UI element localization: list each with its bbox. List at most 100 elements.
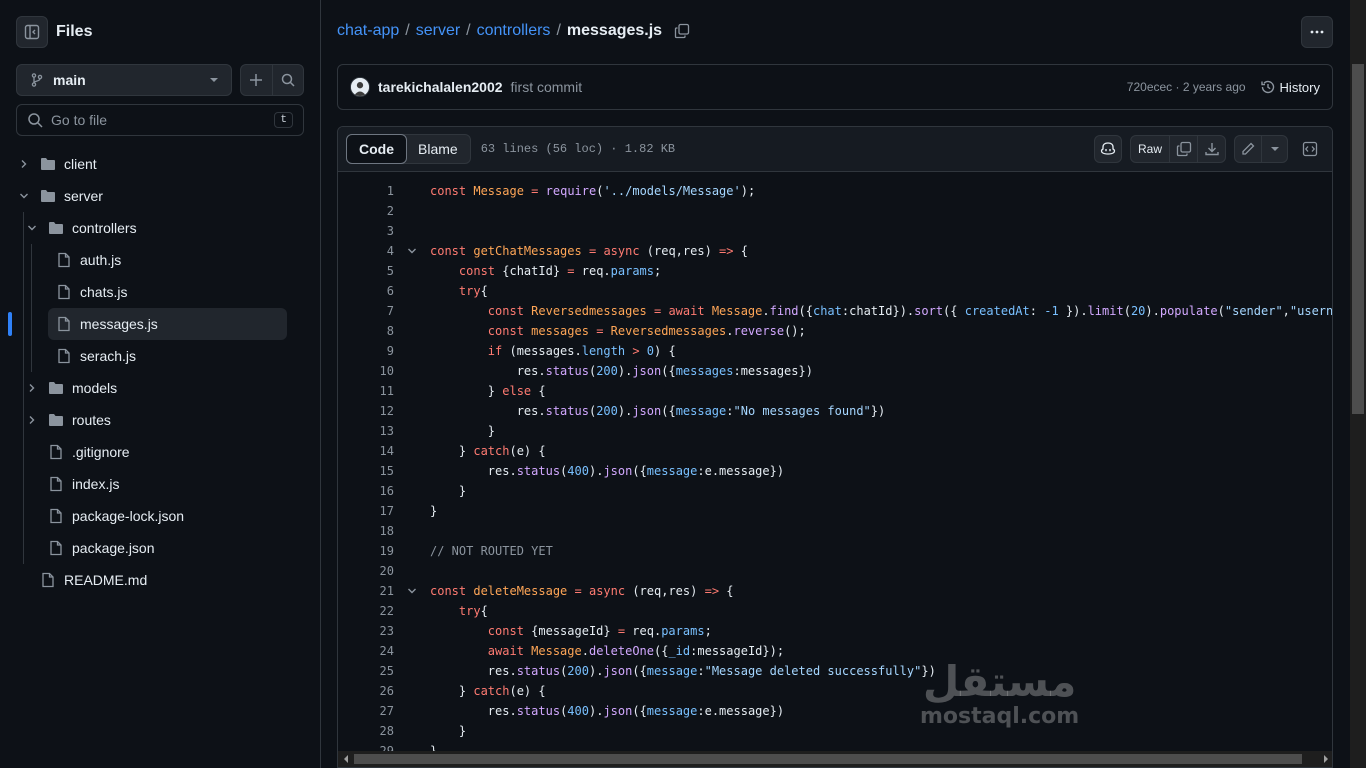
- tree-item-label: package-lock.json: [72, 508, 185, 524]
- commit-meta[interactable]: 720ecec · 2 years ago: [1127, 80, 1246, 94]
- tree-file-index-js[interactable]: index.js: [40, 468, 300, 500]
- code-line: 28 }: [338, 721, 467, 741]
- code-text: const getChatMessages = async (req,res) …: [430, 244, 748, 258]
- history-button[interactable]: History: [1260, 79, 1320, 95]
- raw-button[interactable]: Raw: [1130, 135, 1170, 163]
- breadcrumb-repo[interactable]: chat-app: [337, 22, 399, 40]
- branch-selector[interactable]: main: [16, 64, 232, 96]
- copy-raw-button[interactable]: [1170, 135, 1198, 163]
- download-button[interactable]: [1198, 135, 1226, 163]
- chevron-right-icon[interactable]: [24, 383, 40, 393]
- line-number[interactable]: 22: [338, 604, 394, 618]
- fold-chevron-icon[interactable]: [394, 246, 430, 256]
- chevron-right-icon[interactable]: [16, 159, 32, 169]
- line-number[interactable]: 11: [338, 384, 394, 398]
- file-content-box: Code Blame 63 lines (56 loc) · 1.82 KB R…: [337, 126, 1333, 768]
- selected-indicator: [8, 312, 12, 336]
- line-number[interactable]: 1: [338, 184, 394, 198]
- code-line: 4 const getChatMessages = async (req,res)…: [338, 241, 748, 261]
- copilot-button[interactable]: [1094, 135, 1122, 163]
- code-line: 19 // NOT ROUTED YET: [338, 541, 553, 561]
- line-number[interactable]: 16: [338, 484, 394, 498]
- tree-folder-controllers[interactable]: controllers: [24, 212, 300, 244]
- code-line: 18: [338, 521, 430, 541]
- shortcut-key: t: [274, 112, 293, 128]
- line-number[interactable]: 20: [338, 564, 394, 578]
- tree-folder-client[interactable]: client: [16, 148, 300, 180]
- caret-down-icon: [210, 78, 218, 82]
- scrollbar-thumb[interactable]: [1352, 64, 1364, 414]
- add-file-button[interactable]: [241, 65, 273, 95]
- tree-file-package-json[interactable]: package.json: [40, 532, 300, 564]
- edit-options-button[interactable]: [1262, 135, 1288, 163]
- chevron-right-icon[interactable]: [24, 415, 40, 425]
- line-number[interactable]: 13: [338, 424, 394, 438]
- file-header: Code Blame 63 lines (56 loc) · 1.82 KB R…: [338, 127, 1332, 172]
- line-number[interactable]: 10: [338, 364, 394, 378]
- fold-chevron-icon[interactable]: [394, 586, 430, 596]
- line-number[interactable]: 2: [338, 204, 394, 218]
- line-number[interactable]: 19: [338, 544, 394, 558]
- collapse-sidebar-button[interactable]: [16, 16, 48, 48]
- avatar[interactable]: [350, 77, 370, 97]
- horizontal-scrollbar[interactable]: [338, 751, 1333, 767]
- tree-file-readme-md[interactable]: README.md: [32, 564, 300, 596]
- line-number[interactable]: 17: [338, 504, 394, 518]
- edit-button[interactable]: [1234, 135, 1262, 163]
- go-to-file-input[interactable]: Go to file t: [16, 104, 304, 136]
- chevron-down-icon[interactable]: [16, 191, 32, 201]
- breadcrumb-separator: /: [405, 22, 410, 39]
- code-text: const {chatId} = req.params;: [458, 264, 662, 278]
- copy-path-button[interactable]: [674, 23, 690, 39]
- line-number[interactable]: 26: [338, 684, 394, 698]
- tree-file-chats-js[interactable]: chats.js: [48, 276, 300, 308]
- line-number[interactable]: 3: [338, 224, 394, 238]
- tree-file-gitignore[interactable]: .gitignore: [40, 436, 300, 468]
- code-square-icon: [1302, 141, 1318, 157]
- line-number[interactable]: 14: [338, 444, 394, 458]
- commit-message[interactable]: first commit: [511, 79, 583, 95]
- line-number[interactable]: 4: [338, 244, 394, 258]
- code-text: res.status(400).json({message:e.message}…: [430, 704, 785, 718]
- tree-file-auth-js[interactable]: auth.js: [48, 244, 300, 276]
- page-vertical-scrollbar[interactable]: [1350, 0, 1366, 768]
- scroll-right-icon[interactable]: [1318, 751, 1333, 767]
- symbols-panel-button[interactable]: [1296, 135, 1324, 163]
- line-number[interactable]: 9: [338, 344, 394, 358]
- line-number[interactable]: 18: [338, 524, 394, 538]
- line-number[interactable]: 23: [338, 624, 394, 638]
- line-number[interactable]: 25: [338, 664, 394, 678]
- tree-item-label: README.md: [64, 572, 148, 588]
- tab-blame[interactable]: Blame: [406, 135, 470, 163]
- raw-label: Raw: [1137, 142, 1162, 156]
- line-number[interactable]: 12: [338, 404, 394, 418]
- tree-file-messages-js[interactable]: messages.js: [48, 308, 287, 340]
- more-options-button[interactable]: [1301, 16, 1333, 48]
- code-view[interactable]: 1 const Message = require('../models/Mess…: [338, 173, 1332, 753]
- breadcrumb-separator: /: [556, 22, 561, 39]
- breadcrumb-server[interactable]: server: [416, 22, 460, 40]
- scrollbar-thumb[interactable]: [354, 754, 1302, 764]
- code-line: 17}: [338, 501, 438, 521]
- chevron-down-icon[interactable]: [24, 223, 40, 233]
- line-number[interactable]: 7: [338, 304, 394, 318]
- tree-folder-routes[interactable]: routes: [24, 404, 300, 436]
- tree-folder-models[interactable]: models: [24, 372, 300, 404]
- line-number[interactable]: 24: [338, 644, 394, 658]
- line-number[interactable]: 27: [338, 704, 394, 718]
- line-number[interactable]: 8: [338, 324, 394, 338]
- scroll-left-icon[interactable]: [338, 751, 354, 767]
- commit-author[interactable]: tarekichalalen2002: [378, 79, 503, 95]
- line-number[interactable]: 21: [338, 584, 394, 598]
- line-number[interactable]: 6: [338, 284, 394, 298]
- line-number[interactable]: 5: [338, 264, 394, 278]
- line-number[interactable]: 15: [338, 464, 394, 478]
- tree-folder-server[interactable]: server: [16, 180, 300, 212]
- pencil-icon: [1242, 142, 1255, 155]
- tab-code[interactable]: Code: [346, 134, 407, 164]
- search-files-button[interactable]: [273, 65, 304, 95]
- tree-file-package-lock-json[interactable]: package-lock.json: [40, 500, 300, 532]
- breadcrumb-controllers[interactable]: controllers: [477, 22, 551, 40]
- line-number[interactable]: 28: [338, 724, 394, 738]
- tree-file-serach-js[interactable]: serach.js: [48, 340, 300, 372]
